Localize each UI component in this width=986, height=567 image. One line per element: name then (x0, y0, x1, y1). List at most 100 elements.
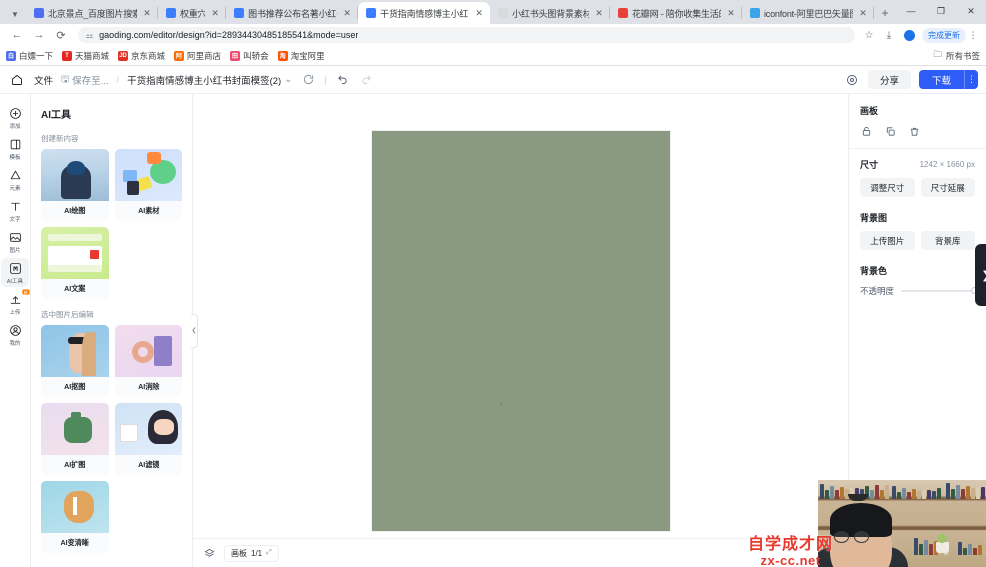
browser-tab[interactable]: 北京景点_百度图片搜索 ✕ (26, 2, 158, 24)
upload-icon (8, 292, 22, 306)
bookmark-item[interactable]: 阿阿里商店 (174, 50, 221, 62)
close-button[interactable]: ✕ (956, 0, 986, 22)
help-icon[interactable] (844, 72, 860, 88)
artboard[interactable] (371, 130, 670, 531)
tab-list-chevron-icon[interactable]: ▼ (4, 4, 26, 24)
rail-item-plus-circle[interactable]: 添加 (1, 103, 29, 132)
tab-close-icon[interactable]: ✕ (341, 7, 353, 19)
ai-tool-card[interactable]: AI消除 (114, 325, 182, 397)
tab-close-icon[interactable]: ✕ (857, 7, 869, 19)
background-library-button[interactable]: 背景库 (920, 231, 975, 250)
site-settings-icon[interactable]: ⚏ (86, 31, 93, 40)
copy-icon[interactable] (884, 125, 897, 138)
update-status-pill[interactable]: 完成更新 (922, 27, 966, 43)
ai-tool-card[interactable]: AI绘图 (41, 149, 109, 221)
tab-close-icon[interactable]: ✕ (141, 7, 153, 19)
bookmark-favicon-icon: JD (118, 50, 129, 61)
rail-item-text[interactable]: 文字 (1, 196, 29, 225)
bookmark-item[interactable]: 白白嫖一下 (6, 50, 53, 62)
account-icon (8, 323, 22, 337)
artboard-page-indicator[interactable]: 画板 1/1 ⤢ (224, 544, 279, 562)
panel-expand-chevron-icon[interactable]: ❯ (975, 244, 986, 306)
share-button[interactable]: 分享 (867, 70, 911, 89)
rail-item-shapes[interactable]: 元素 (1, 165, 29, 194)
layers-icon[interactable] (201, 545, 218, 562)
download-more-button[interactable]: ⋮ (964, 70, 978, 89)
file-menu[interactable]: 文件 (34, 73, 53, 87)
tab-title: 小红书头图背景素材 (512, 8, 589, 19)
browser-tab[interactable]: 权重穴 ✕ (158, 2, 227, 24)
expand-icon[interactable]: ⤢ (266, 549, 272, 557)
tab-close-icon[interactable]: ✕ (209, 7, 221, 19)
browser-tab[interactable]: 图书推荐公布名著小红书封面 ✕ (226, 2, 359, 24)
browser-tab[interactable]: iconfont-阿里巴巴矢量图标库 ✕ (742, 2, 874, 24)
trash-icon[interactable] (908, 125, 921, 138)
sync-icon (300, 72, 316, 88)
tab-title: 花瓣网 - 陪你收集生活的设计师 (632, 8, 721, 19)
bookmarks-bar: 白白嫖一下 T 天猫商城 JD 京东商城阿阿里商店田叫轿会淘淘宝阿里 🗀 所有书签 (0, 46, 986, 66)
rail-item-badge: 新 (21, 289, 29, 296)
size-label: 尺寸 (860, 160, 879, 170)
redo-icon[interactable] (359, 72, 375, 88)
ai-tool-card[interactable]: AI抠图 (41, 325, 109, 397)
adjust-size-button[interactable]: 调整尺寸 (860, 178, 915, 197)
rail-item-account[interactable]: 我的 (1, 320, 29, 349)
ai-tool-card[interactable]: AI扩图 (41, 403, 109, 475)
rail-item-label: 文字 (9, 217, 21, 223)
save-to-button[interactable]: 🖫 保存至... (61, 72, 109, 88)
back-button[interactable]: ← (6, 25, 28, 45)
bookmark-item[interactable]: 田叫轿会 (230, 50, 269, 62)
bookmark-item[interactable]: T 天猫商城 (62, 50, 109, 62)
tab-title: 权重穴 (180, 8, 206, 19)
tab-title: 干货指南情感博主小红书封面 (380, 8, 469, 19)
tab-close-icon[interactable]: ✕ (593, 7, 605, 19)
document-title[interactable]: 干货指南情感博主小红书封面模签(2) ⌄ (127, 73, 292, 87)
undo-icon[interactable] (335, 72, 351, 88)
ai-tool-card[interactable]: AI变清晰 (41, 481, 109, 553)
ai-tool-card[interactable]: AI素材 (114, 149, 182, 221)
all-bookmarks-button[interactable]: 🗀 所有书签 (933, 49, 980, 63)
rail-item-upload[interactable]: 上传 新 (1, 289, 29, 318)
rail-item-label: AI工具 (6, 279, 24, 285)
card-label: AI抠图 (64, 382, 86, 391)
ai-tool-card[interactable]: AI滤镜 (114, 403, 182, 475)
opacity-slider[interactable] (901, 287, 978, 294)
card-label: AI文案 (64, 284, 86, 293)
browser-tab[interactable]: 花瓣网 - 陪你收集生活的设计师 ✕ (610, 2, 742, 24)
rail-item-template[interactable]: 模板 (1, 134, 29, 163)
browser-tab[interactable]: 小红书头图背景素材 ✕ (490, 2, 610, 24)
maximize-button[interactable]: ❐ (926, 0, 956, 22)
ai-tool-card[interactable]: AI文案 (41, 227, 109, 299)
download-button[interactable]: 下载 (918, 70, 964, 89)
tab-close-icon[interactable]: ✕ (473, 7, 485, 19)
bookmark-item[interactable]: JD 京东商城 (118, 50, 165, 62)
rail-item-ai-tools[interactable]: AI工具 (1, 258, 29, 287)
address-bar[interactable]: ⚏ gaoding.com/editor/design?id=289344304… (78, 27, 855, 43)
browser-tab[interactable]: 干货指南情感博主小红书封面 ✕ (358, 2, 491, 24)
bookshelf-books (946, 483, 986, 499)
profile-icon[interactable] (899, 25, 919, 45)
tab-title: iconfont-阿里巴巴矢量图标库 (764, 8, 853, 19)
home-icon[interactable] (8, 71, 26, 89)
upload-image-button[interactable]: 上传图片 (860, 231, 915, 250)
chevron-down-icon[interactable]: ⌄ (284, 74, 292, 85)
bookmark-item[interactable]: 淘淘宝阿里 (277, 50, 325, 62)
lock-icon[interactable] (860, 125, 873, 138)
panel-collapse-chevron-icon[interactable]: ❮ (191, 313, 198, 348)
reload-button[interactable]: ⟳ (50, 25, 72, 45)
tab-close-icon[interactable]: ✕ (725, 7, 737, 19)
tab-favicon-icon (618, 8, 628, 18)
presenter-webcam (818, 480, 986, 567)
new-tab-button[interactable]: + (874, 2, 896, 24)
rail-item-image[interactable]: 图片 (1, 227, 29, 256)
downloads-icon[interactable]: ⤓ (879, 25, 899, 45)
forward-button[interactable]: → (28, 25, 50, 45)
card-label: AI滤镜 (137, 460, 159, 469)
bookmark-label: 叫轿会 (243, 50, 269, 61)
minimize-button[interactable]: — (896, 0, 926, 22)
chrome-menu-button[interactable]: ⋮ (966, 30, 980, 41)
gaoding-editor: 文件 🖫 保存至... / 干货指南情感博主小红书封面模签(2) ⌄ | 分享 … (0, 66, 986, 567)
bookmark-star-icon[interactable]: ☆ (859, 25, 879, 45)
canvas-area[interactable]: 画板 1/1 ⤢ (193, 94, 848, 567)
extend-size-button[interactable]: 尺寸延展 (920, 178, 975, 197)
